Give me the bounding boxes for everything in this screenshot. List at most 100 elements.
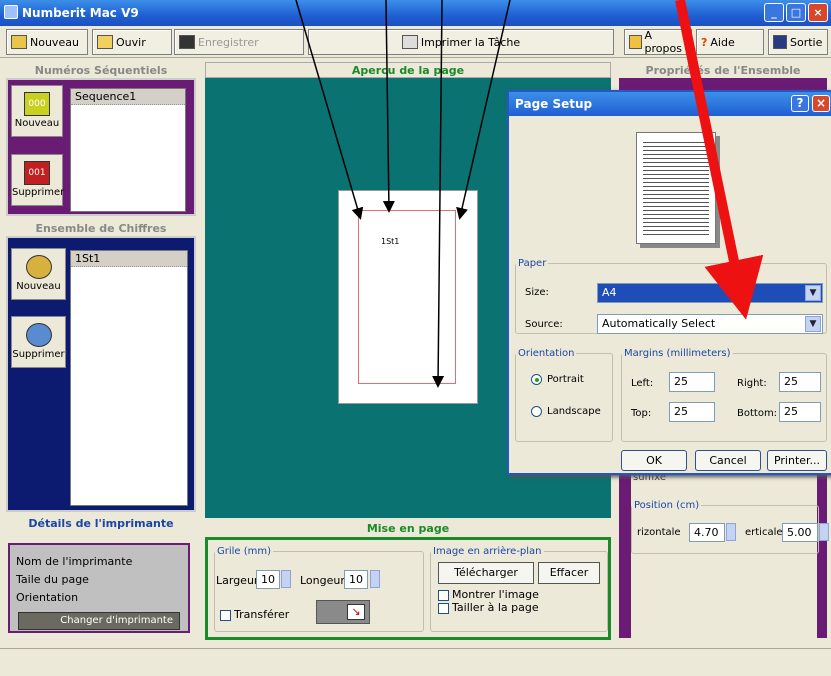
counter-new-icon: 000 <box>24 92 50 116</box>
grille-legend: Grile (mm) <box>217 546 272 557</box>
margins-legend: Margins (millimeters) <box>624 348 731 359</box>
ok-label: OK <box>646 454 662 467</box>
vert-label: erticale <box>745 527 783 538</box>
chiffres-delete-button[interactable]: Supprimer <box>11 316 66 368</box>
telecharger-button[interactable]: Télécharger <box>438 562 534 584</box>
margins-group: Margins (millimeters) <box>621 348 827 442</box>
longueur-spinner[interactable] <box>370 570 380 588</box>
save-icon <box>179 35 195 49</box>
sortie-button[interactable]: Sortie <box>768 29 828 55</box>
telecharger-label: Télécharger <box>454 566 518 579</box>
sequence-list[interactable]: Sequence1 <box>70 88 186 212</box>
left-input[interactable]: 25 <box>669 372 715 392</box>
portrait-label: Portrait <box>547 374 584 385</box>
source-select[interactable]: Automatically Select ▼ <box>597 314 823 334</box>
montrer-checkbox[interactable]: Montrer l'image <box>438 588 539 601</box>
new-file-icon <box>11 35 27 49</box>
window-controls: _ □ × <box>764 3 828 22</box>
effacer-label: Effacer <box>549 566 589 579</box>
aide-button[interactable]: ? Aide <box>696 29 764 55</box>
horiz-input[interactable]: 4.70 <box>689 523 725 542</box>
sequence-delete-label: Supprimer <box>12 187 65 198</box>
counter-delete-icon: 001 <box>24 161 50 185</box>
delete-stamp-icon <box>25 323 52 347</box>
size-label: Size: <box>525 287 549 298</box>
list-item[interactable]: Sequence1 <box>71 89 185 105</box>
top-input[interactable]: 25 <box>669 402 715 422</box>
right-input[interactable]: 25 <box>779 372 821 392</box>
largeur-input[interactable]: 10 <box>256 570 280 589</box>
transfer-arrow-icon: ↘ <box>347 604 365 620</box>
chiffres-new-button[interactable]: Nouveau <box>11 248 66 300</box>
paper-thumbnail <box>636 132 716 244</box>
sequence-new-label: Nouveau <box>14 118 60 129</box>
close-button[interactable]: × <box>808 3 828 22</box>
size-value: A4 <box>602 286 617 299</box>
ouvir-label: Ouvir <box>116 35 146 49</box>
chiffres-title: Ensemble de Chiffres <box>35 222 167 235</box>
printer-button[interactable]: Printer... <box>767 450 827 471</box>
montrer-check[interactable] <box>438 589 449 601</box>
enregistrer-button[interactable]: Enregistrer <box>174 29 304 55</box>
maximize-button[interactable]: □ <box>786 3 806 22</box>
ouvir-button[interactable]: Ouvir <box>92 29 172 55</box>
minimize-button[interactable]: _ <box>764 3 784 22</box>
apropos-button[interactable]: A propos <box>624 29 692 55</box>
chevron-down-icon[interactable]: ▼ <box>805 316 821 332</box>
dialog-close-button[interactable]: × <box>812 95 830 112</box>
aide-label: Aide <box>710 35 735 49</box>
tailler-check[interactable] <box>438 602 449 614</box>
landscape-label: Landscape <box>547 406 601 417</box>
change-printer-button[interactable]: Changer d'imprimante <box>18 612 180 630</box>
vert-input[interactable]: 5.00 <box>782 523 818 542</box>
left-label: Left: <box>631 378 654 389</box>
mise-title: Mise en page <box>366 522 450 535</box>
transferer-checkbox[interactable]: Transférer <box>220 608 289 621</box>
imprimer-button[interactable]: Imprimer la Tâche <box>308 29 614 55</box>
largeur-spinner[interactable] <box>281 570 291 588</box>
tailler-checkbox[interactable]: Tailler à la page <box>438 601 539 614</box>
transfer-button[interactable]: ↘ <box>316 600 370 624</box>
largeur-label: Largeur <box>216 574 259 587</box>
longueur-label: Longeur <box>300 574 345 587</box>
vert-spinner[interactable] <box>819 523 829 541</box>
paper-legend: Paper <box>518 258 547 269</box>
chevron-down-icon[interactable]: ▼ <box>805 285 821 301</box>
printer-icon <box>401 35 418 49</box>
exit-icon <box>773 35 787 49</box>
position-legend: Position (cm) <box>634 500 700 511</box>
sequence-new-button[interactable]: 000 Nouveau <box>11 85 63 137</box>
horiz-spinner[interactable] <box>726 523 736 541</box>
help-dialog-button[interactable]: ? <box>791 95 809 112</box>
nouveau-button[interactable]: Nouveau <box>6 29 88 55</box>
printer-details: Nom de l'imprimante Taile du page Orient… <box>8 543 190 633</box>
longueur-input[interactable]: 10 <box>344 570 368 589</box>
montrer-label: Montrer l'image <box>452 588 539 601</box>
bottom-input[interactable]: 25 <box>779 402 821 422</box>
landscape-radio[interactable] <box>531 406 542 417</box>
source-label: Source: <box>525 319 563 330</box>
portrait-radio[interactable] <box>531 374 542 385</box>
mise-panel: Grile (mm) Largeur 10 Longeur 10 Transfé… <box>205 537 611 640</box>
printer-label: Printer... <box>773 454 821 467</box>
app-icon <box>4 5 18 19</box>
about-icon <box>629 35 642 49</box>
preview-title: Apercu de la page <box>351 64 465 77</box>
cancel-button[interactable]: Cancel <box>695 450 761 471</box>
folder-icon <box>97 35 113 49</box>
ok-button[interactable]: OK <box>621 450 687 471</box>
dialog-title-bar: Page Setup ? × <box>509 92 831 116</box>
margin-rect <box>358 210 456 384</box>
transferer-check[interactable] <box>220 609 231 621</box>
size-select[interactable]: A4 ▼ <box>597 283 823 303</box>
effacer-button[interactable]: Effacer <box>538 562 600 584</box>
sequence-delete-button[interactable]: 001 Supprimer <box>11 154 65 206</box>
chiffres-list[interactable]: 1St1 <box>70 250 188 506</box>
sortie-label: Sortie <box>790 35 823 49</box>
apropos-label: A propos <box>644 29 682 55</box>
orientation-legend: Orientation <box>518 348 575 359</box>
details-title: Détails de l'imprimante <box>28 517 174 530</box>
list-item[interactable]: 1St1 <box>71 251 187 267</box>
page-setup-dialog: Page Setup ? × Paper Size: A4 ▼ Source: … <box>507 90 831 475</box>
toolbar: Nouveau Ouvir Enregistrer Imprimer la Tâ… <box>0 26 831 58</box>
